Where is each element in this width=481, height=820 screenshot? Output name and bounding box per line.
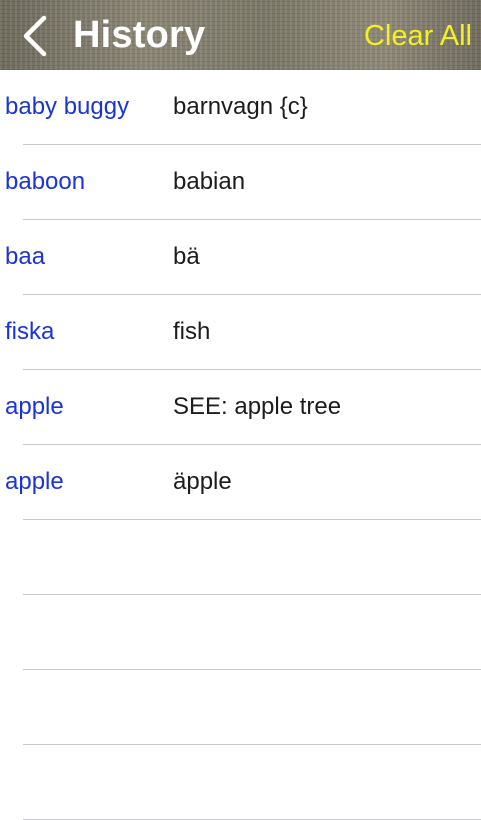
empty-row — [0, 670, 481, 745]
page-title: History — [73, 14, 206, 56]
history-row[interactable]: apple äpple — [0, 445, 481, 520]
history-translation: babian — [173, 168, 246, 195]
clear-all-button[interactable]: Clear All — [364, 16, 472, 56]
history-row[interactable]: baa bä — [0, 220, 481, 295]
history-row[interactable]: fiska fish — [0, 295, 481, 370]
empty-row — [0, 595, 481, 670]
history-term: baby buggy — [5, 93, 130, 120]
history-term: apple — [5, 393, 64, 420]
history-translation: SEE: apple tree — [173, 393, 342, 420]
history-term: baa — [5, 243, 46, 270]
history-term: fiska — [5, 318, 55, 345]
history-translation: barnvagn {c} — [173, 93, 308, 120]
history-row[interactable]: baby buggy barnvagn {c} — [0, 70, 481, 145]
back-button[interactable] — [18, 14, 52, 58]
history-term: baboon — [5, 168, 86, 195]
navigation-bar: History Clear All — [0, 0, 481, 70]
history-term: apple — [5, 468, 64, 495]
history-translation: bä — [173, 243, 200, 270]
history-translation: äpple — [173, 468, 232, 495]
empty-row — [0, 520, 481, 595]
history-list: baby buggy barnvagn {c} baboon babian ba… — [0, 70, 481, 820]
history-row[interactable]: baboon babian — [0, 145, 481, 220]
history-translation: fish — [173, 318, 211, 345]
history-row[interactable]: apple SEE: apple tree — [0, 370, 481, 445]
empty-row — [0, 745, 481, 820]
chevron-left-icon — [23, 15, 47, 57]
